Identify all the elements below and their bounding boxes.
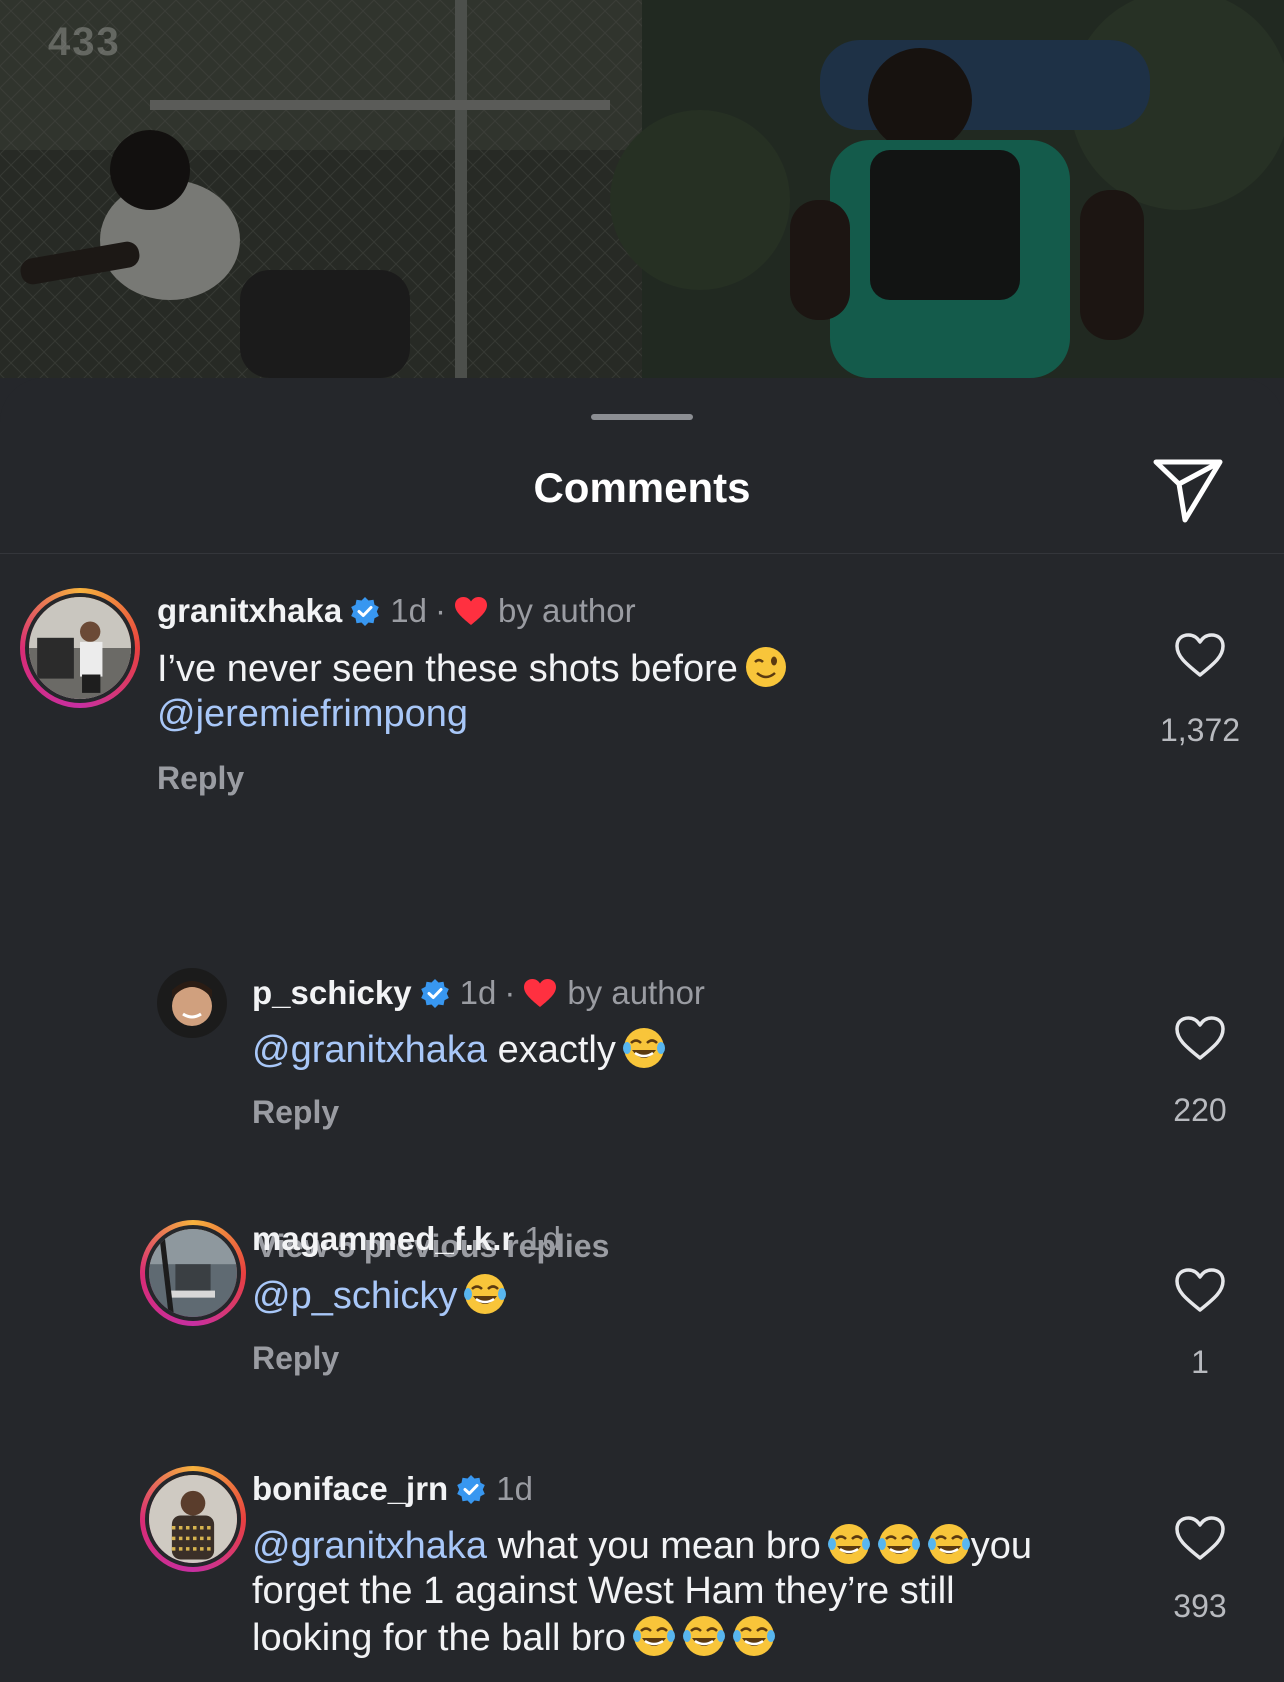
share-icon[interactable] — [1150, 454, 1226, 524]
comment-username[interactable]: magammed_f.k.r — [252, 1220, 514, 1258]
verified-icon — [351, 597, 380, 626]
heart-outline-icon[interactable] — [1174, 1267, 1226, 1313]
meta-separator: · — [504, 974, 516, 1011]
mention-link[interactable]: @granitxhaka — [252, 1525, 487, 1567]
comment-body-line2: forget the 1 against West Ham they’re st… — [252, 1570, 955, 1612]
comment-username[interactable]: boniface_jrn — [252, 1470, 448, 1508]
comment-text: @granitxhaka what you mean bro you forget… — [252, 1522, 1132, 1661]
wink-emoji — [745, 647, 786, 687]
laughing-emoji — [464, 1274, 507, 1314]
heart-outline-icon[interactable] — [1174, 632, 1226, 678]
like-count: 220 — [1173, 1092, 1227, 1128]
heart-icon — [524, 979, 557, 1007]
avatar-magammed_f.k.r[interactable] — [140, 1220, 246, 1326]
avatar-boniface_jrn[interactable] — [140, 1466, 246, 1572]
avatar-granitxhaka[interactable] — [20, 588, 140, 708]
comment-body-line3: looking for the ball bro — [252, 1617, 626, 1659]
laughing-emoji — [927, 1524, 970, 1564]
comment-text: @granitxhaka exactly — [252, 1026, 666, 1073]
laughing-emoji — [877, 1524, 920, 1564]
comment-time: 1d — [524, 1220, 561, 1257]
mention-link[interactable]: @jeremiefrimpong — [157, 693, 468, 735]
liked-by-author-label: by author — [567, 974, 705, 1011]
liked-by-author-label: by author — [497, 592, 636, 629]
post-media[interactable]: 433 — [0, 0, 1284, 378]
like-count: 393 — [1173, 1588, 1227, 1624]
comment-body-cont: you — [970, 1525, 1033, 1567]
comment-time: 1d — [459, 974, 497, 1011]
heart-outline-icon[interactable] — [1174, 1015, 1226, 1061]
comment-username[interactable]: p_schicky — [252, 974, 412, 1012]
avatar-p_schicky[interactable] — [157, 968, 227, 1038]
verified-icon — [420, 979, 449, 1008]
heart-icon — [454, 597, 487, 625]
verified-icon — [457, 1475, 486, 1504]
sheet-title: Comments — [533, 464, 751, 511]
comment-time: 1d — [496, 1470, 533, 1507]
comment-body: what you mean bro — [497, 1525, 821, 1567]
comment-text: I’ve never seen these shots before @jere… — [157, 645, 788, 737]
meta-separator: · — [434, 592, 446, 629]
drag-handle[interactable] — [591, 414, 693, 420]
comment-body: I’ve never seen these shots before — [157, 648, 738, 690]
header-divider — [0, 553, 1284, 554]
reply-button[interactable]: Reply — [252, 1094, 339, 1131]
laughing-emoji — [622, 1028, 665, 1068]
comment-username[interactable]: granitxhaka — [157, 592, 342, 630]
laughing-emoji — [732, 1616, 775, 1656]
laughing-emoji — [682, 1616, 725, 1656]
like-count: 1 — [1191, 1344, 1209, 1380]
reply-button[interactable]: Reply — [157, 760, 244, 797]
like-count: 1,372 — [1159, 712, 1241, 748]
reply-button[interactable]: Reply — [252, 1340, 339, 1377]
laughing-emoji — [632, 1616, 675, 1656]
laughing-emoji — [827, 1524, 870, 1564]
comment-body: exactly — [497, 1029, 616, 1071]
media-watermark: 433 — [48, 20, 121, 64]
media-image — [0, 0, 1284, 378]
comment-text: @p_schicky — [252, 1272, 507, 1319]
comment-time: 1d — [390, 592, 427, 629]
heart-outline-icon[interactable] — [1174, 1515, 1226, 1561]
mention-link[interactable]: @granitxhaka — [252, 1029, 487, 1071]
comments-sheet: Comments granitxhaka 1d · by author I’ve… — [0, 378, 1284, 1682]
mention-link[interactable]: @p_schicky — [252, 1275, 457, 1317]
